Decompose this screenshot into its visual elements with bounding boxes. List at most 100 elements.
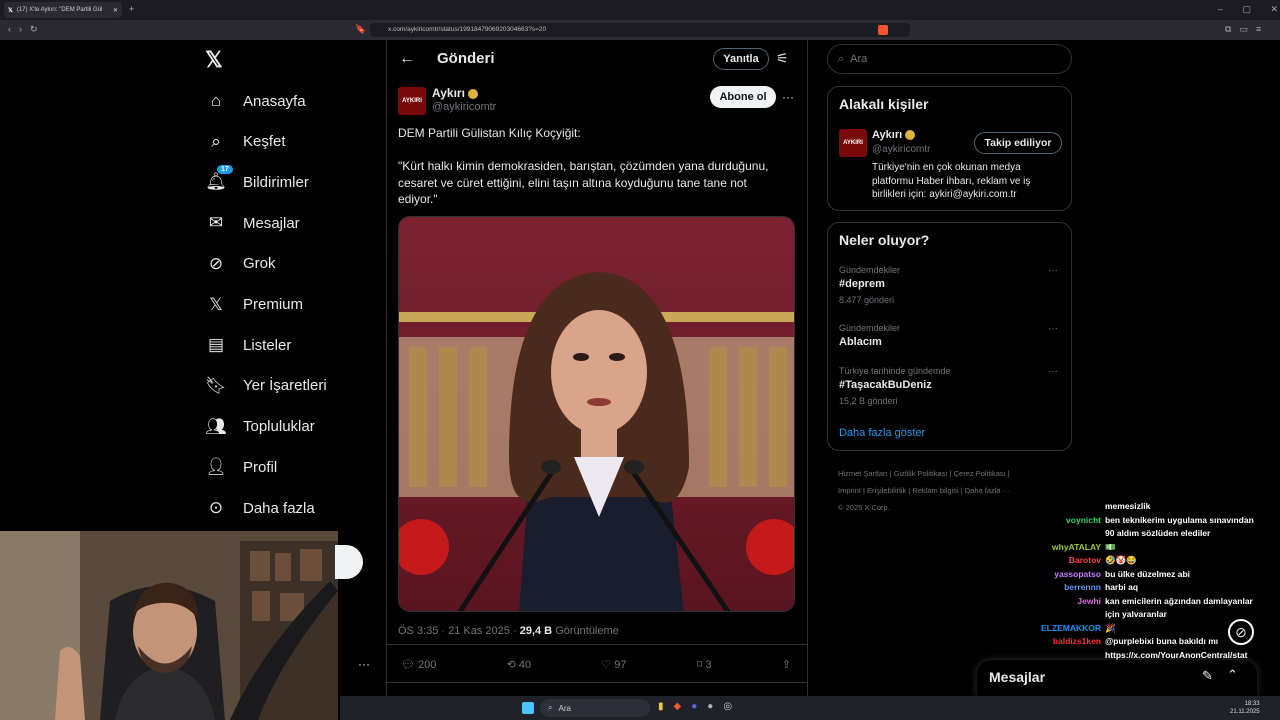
- messages-drawer[interactable]: Mesajlar ✎ ⌃: [977, 660, 1257, 696]
- footer-link[interactable]: Erişilebilirlik: [867, 486, 906, 495]
- show-more-link[interactable]: Daha fazla göster: [839, 427, 925, 439]
- folder-icon[interactable]: ▮: [658, 701, 664, 712]
- nav-item-x[interactable]: 𝕏 Premium: [205, 287, 303, 323]
- chat-username[interactable]: [1020, 527, 1105, 541]
- footer-link[interactable]: Çerez Politikası: [954, 469, 1006, 478]
- author-name[interactable]: Aykırı: [432, 86, 465, 100]
- author-handle[interactable]: @aykiricomtr: [432, 101, 496, 113]
- views-label: Görüntüleme: [555, 625, 619, 637]
- search-input[interactable]: [850, 53, 1051, 65]
- footer-link[interactable]: Imprint: [838, 486, 861, 495]
- nav-item-person[interactable]: 👤︎ Profil: [205, 449, 277, 485]
- like-action[interactable]: ♡ 97: [601, 658, 626, 671]
- chat-username[interactable]: baldizs1ken: [1020, 635, 1105, 649]
- taskbar-search[interactable]: ⌕ Ara: [540, 699, 650, 717]
- speaker-photo-illustration: [399, 217, 794, 611]
- nav-label: Bildirimler: [243, 173, 309, 191]
- brave-app-icon[interactable]: ◆: [674, 701, 682, 712]
- back-arrow-icon[interactable]: ←: [399, 50, 415, 68]
- brave-shield-icon[interactable]: [878, 25, 888, 35]
- nav-item-mail[interactable]: ✉ Mesajlar: [205, 205, 300, 241]
- nav-item-bookmark[interactable]: 🔖︎ Yer İşaretleri: [205, 368, 327, 404]
- window-close-icon[interactable]: ✕: [1270, 4, 1278, 15]
- trend-more-icon[interactable]: ···: [1048, 323, 1058, 334]
- chat-username[interactable]: [1020, 608, 1105, 622]
- extensions-icon[interactable]: ⧉: [1225, 24, 1231, 35]
- url-field[interactable]: x.com/aykiricomtr/status/199184790692030…: [370, 23, 910, 37]
- grok-floating-icon[interactable]: ⊘: [1228, 619, 1254, 645]
- nav-label: Yer İşaretleri: [243, 377, 327, 395]
- maximize-icon[interactable]: ▢: [1242, 4, 1251, 15]
- list-icon: ▤: [207, 335, 225, 355]
- post-column: ← Gönderi Yanıtla ⚟ AYKIRI Aykırı @aykir…: [386, 40, 808, 720]
- reply-action[interactable]: 💬︎ 200: [401, 658, 436, 671]
- trend-more-icon[interactable]: ···: [1048, 366, 1058, 377]
- floating-button[interactable]: [335, 545, 363, 579]
- post-text-quote: "Kürt halkı kimin demokrasiden, barıştan…: [398, 159, 769, 206]
- chat-username[interactable]: ELZEMAKKOR: [1020, 622, 1105, 636]
- nav-item-home[interactable]: ⌂ Anasayfa: [205, 83, 306, 119]
- chat-username[interactable]: [1020, 500, 1105, 514]
- filter-icon[interactable]: ⚟: [776, 50, 789, 67]
- footer-link[interactable]: Reklam bilgisi: [912, 486, 958, 495]
- reply-button[interactable]: Yanıtla: [713, 48, 769, 70]
- nav-item-communities[interactable]: 👥︎ Topluluklar: [205, 409, 315, 445]
- clock-time[interactable]: 18:33: [1230, 700, 1260, 708]
- account-more-icon[interactable]: ···: [358, 657, 370, 671]
- menu-icon[interactable]: ≡: [1256, 24, 1261, 35]
- compose-message-icon[interactable]: ✎: [1202, 668, 1213, 684]
- chat-username[interactable]: berrennn: [1020, 581, 1105, 595]
- minimize-icon[interactable]: –: [1218, 4, 1223, 15]
- browser-tab[interactable]: 𝕏 (17) X'te Aykırı: "DEM Partili Gül ✕: [4, 2, 122, 18]
- repost-action[interactable]: ⟲ 40: [507, 658, 532, 671]
- sidebar-icon[interactable]: ▭: [1239, 24, 1248, 35]
- heart-icon: ♡: [601, 659, 612, 671]
- action-bar: 💬︎ 200 ⟲ 40 ♡ 97 ⌑ 3 ⇪: [401, 658, 791, 671]
- chat-username[interactable]: whyATALAY: [1020, 541, 1105, 555]
- close-icon[interactable]: ✕: [113, 7, 118, 14]
- more-options-icon[interactable]: ···: [782, 90, 794, 104]
- footer-link[interactable]: Gizlilik Politikası: [894, 469, 948, 478]
- related-name[interactable]: Aykırı: [872, 129, 902, 141]
- bookmark-page-icon[interactable]: 🔖: [355, 24, 366, 35]
- chat-username[interactable]: Jewhi: [1020, 595, 1105, 609]
- nav-item-more[interactable]: ⊙ Daha fazla: [205, 490, 315, 526]
- post-timestamp[interactable]: ÖS 3:35 · 21 Kas 2025 ·: [398, 625, 517, 637]
- nav-label: Listeler: [243, 336, 292, 354]
- nav-label: Topluluklar: [243, 418, 315, 436]
- reload-icon[interactable]: ↻: [30, 24, 38, 35]
- clock-date[interactable]: 21.11.2025: [1230, 708, 1260, 716]
- avatar[interactable]: AYKIRI: [398, 87, 426, 115]
- chat-username[interactable]: voynicht: [1020, 514, 1105, 528]
- nav-item-bell[interactable]: 🔔︎ 17 Bildirimler: [205, 164, 309, 200]
- post-image[interactable]: [398, 216, 795, 612]
- steam-icon[interactable]: ●: [707, 701, 713, 712]
- nav-label: Daha fazla: [243, 499, 315, 517]
- subscribe-button[interactable]: Abone ol: [710, 86, 776, 108]
- share-icon[interactable]: ⇪: [782, 658, 791, 671]
- x-logo-icon[interactable]: 𝕏: [205, 47, 223, 73]
- chat-message: memesizlik: [1020, 500, 1280, 514]
- nav-item-list[interactable]: ▤ Listeler: [205, 327, 291, 363]
- communities-icon: 👥︎: [205, 416, 227, 436]
- chat-username[interactable]: yassopatso: [1020, 568, 1105, 582]
- related-handle[interactable]: @aykiricomtr: [872, 144, 931, 155]
- new-tab-icon[interactable]: +: [129, 4, 134, 14]
- footer-link[interactable]: Hizmet Şartları: [838, 469, 888, 478]
- footer-link[interactable]: Daha fazla ···: [965, 486, 1010, 495]
- related-avatar[interactable]: AYKIRI: [839, 129, 867, 157]
- expand-icon[interactable]: ⌃: [1227, 667, 1238, 683]
- nav-item-search[interactable]: ⌕ Keşfet: [205, 124, 285, 160]
- forward-icon[interactable]: ›: [19, 24, 22, 35]
- search-box[interactable]: ⌕: [827, 44, 1072, 74]
- app-icon[interactable]: ◎: [723, 701, 732, 712]
- bookmark-action[interactable]: ⌑ 3: [697, 658, 712, 671]
- discord-icon[interactable]: ●: [691, 701, 697, 712]
- chat-text: @purplebixi buna bakıldı mı: [1105, 636, 1219, 646]
- chat-username[interactable]: Barotov: [1020, 554, 1105, 568]
- back-icon[interactable]: ‹: [8, 24, 11, 35]
- trend-more-icon[interactable]: ···: [1048, 265, 1058, 276]
- windows-start-icon[interactable]: [522, 702, 534, 714]
- nav-item-grok[interactable]: ⊘ Grok: [205, 246, 276, 282]
- following-button[interactable]: Takip ediliyor: [974, 132, 1062, 154]
